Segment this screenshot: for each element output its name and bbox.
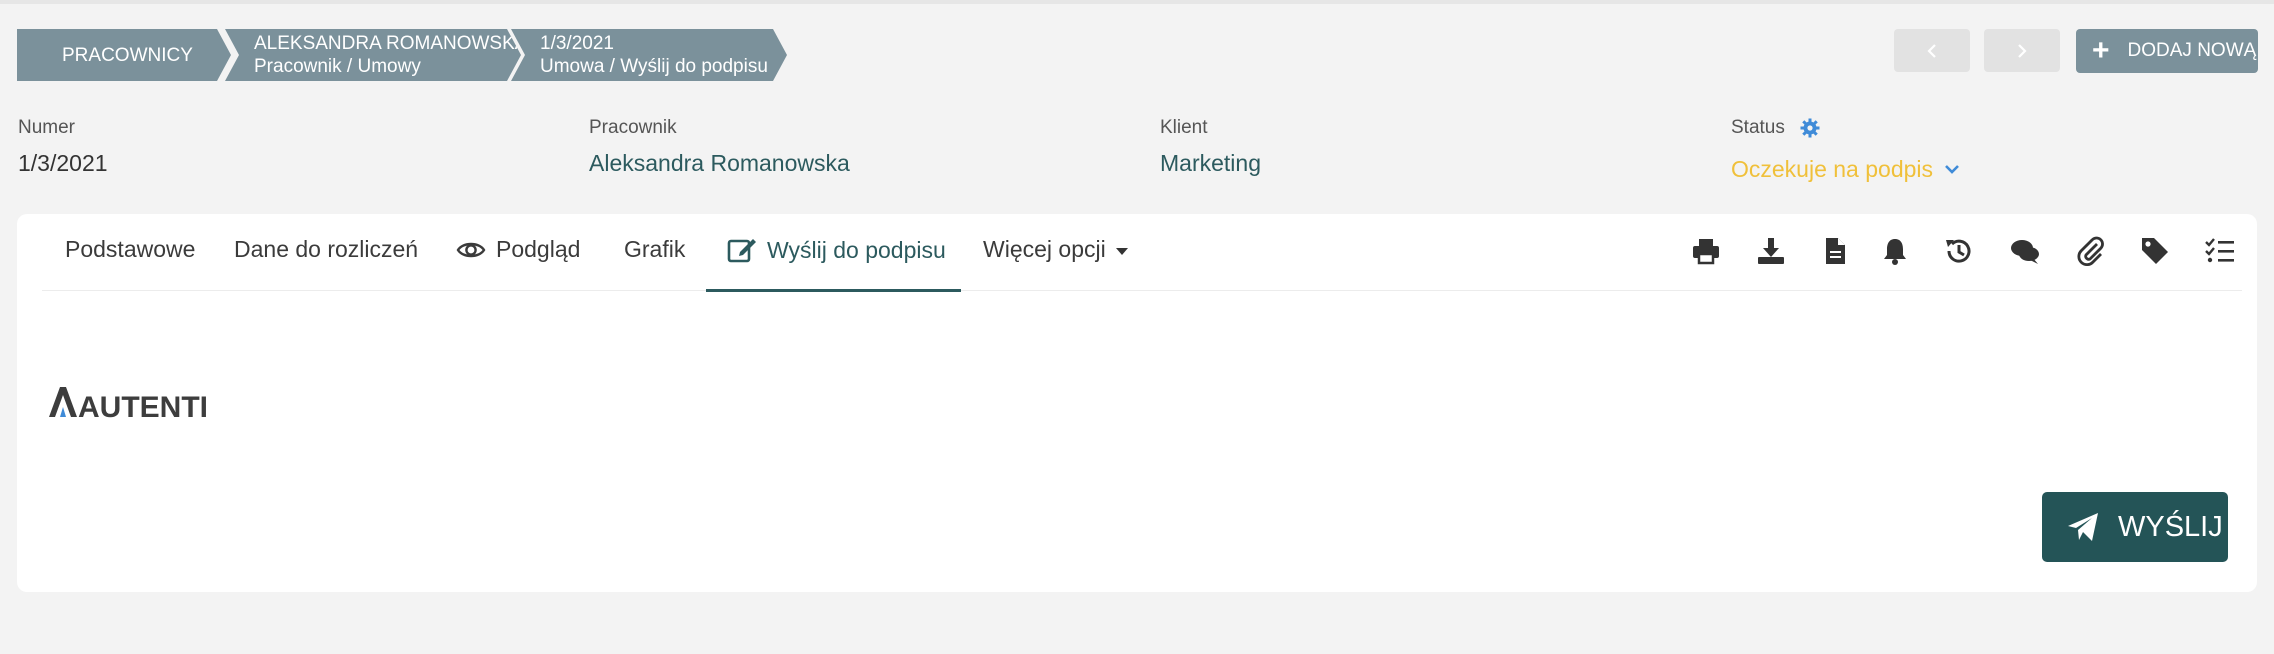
autenti-logo-mark: AUTENTI bbox=[49, 387, 208, 424]
breadcrumb-label: PRACOWNICY bbox=[62, 44, 193, 66]
klient-link[interactable]: Marketing bbox=[1160, 150, 1261, 177]
add-new-button[interactable]: + DODAJ NOWĄ bbox=[2076, 29, 2258, 73]
next-button[interactable] bbox=[1984, 29, 2060, 72]
klient-label: Klient bbox=[1160, 117, 1208, 138]
chevron-left-icon bbox=[1927, 43, 1936, 58]
tab-label: Podstawowe bbox=[65, 236, 196, 262]
breadcrumb-label: 1/3/2021 bbox=[540, 33, 614, 54]
paper-plane-icon bbox=[2068, 513, 2098, 541]
eye-icon bbox=[456, 242, 486, 257]
tab-dane-do-rozliczen[interactable]: Dane do rozliczeń bbox=[234, 236, 418, 263]
print-icon[interactable] bbox=[1690, 235, 1722, 267]
breadcrumb-sublabel: Umowa / Wyślij do podpisu bbox=[540, 56, 768, 77]
checklist-icon[interactable] bbox=[2204, 235, 2236, 267]
breadcrumb-label: ALEKSANDRA ROMANOWSKA bbox=[254, 33, 528, 54]
status-dropdown[interactable]: Oczekuje na podpis bbox=[1731, 156, 1933, 183]
edit-icon bbox=[727, 239, 756, 263]
add-new-label: DODAJ NOWĄ bbox=[2127, 40, 2257, 61]
breadcrumb-sublabel: Pracownik / Umowy bbox=[254, 56, 421, 77]
autenti-logo-text: AUTENTI bbox=[78, 391, 207, 423]
caret-down-icon bbox=[1115, 247, 1128, 255]
tab-grafik[interactable]: Grafik bbox=[624, 236, 685, 263]
tab-label: Więcej opcji bbox=[983, 236, 1106, 262]
tag-icon[interactable] bbox=[2139, 235, 2171, 267]
numer-value: 1/3/2021 bbox=[18, 150, 108, 176]
bell-icon[interactable] bbox=[1879, 235, 1911, 267]
autenti-logo: AUTENTI bbox=[47, 383, 208, 428]
tabs-divider bbox=[42, 290, 2242, 291]
status-label: Status bbox=[1731, 117, 1785, 138]
numer-label: Numer bbox=[18, 117, 76, 138]
download-icon[interactable] bbox=[1755, 235, 1787, 267]
tab-podglad[interactable]: Podgląd bbox=[456, 236, 580, 263]
tab-podstawowe[interactable]: Podstawowe bbox=[65, 236, 195, 263]
plus-icon: + bbox=[2092, 34, 2110, 67]
pracownik-label: Pracownik bbox=[589, 117, 677, 138]
chevron-down-icon[interactable] bbox=[1943, 162, 1961, 176]
tab-label: Wyślij do podpisu bbox=[767, 236, 946, 263]
comments-icon[interactable] bbox=[2009, 235, 2041, 267]
tab-label: Podgląd bbox=[496, 236, 581, 262]
top-border bbox=[0, 0, 2274, 4]
send-button[interactable]: WYŚLIJ bbox=[2042, 492, 2228, 562]
tab-label: Grafik bbox=[624, 236, 686, 262]
paperclip-icon[interactable] bbox=[2075, 235, 2107, 267]
breadcrumb-item-contract[interactable]: 1/3/2021 Umowa / Wyślij do podpisu bbox=[511, 29, 787, 81]
breadcrumb-item-employee[interactable]: ALEKSANDRA ROMANOWSKA Pracownik / Umowy bbox=[225, 29, 521, 81]
tab-wiecej-opcji[interactable]: Więcej opcji bbox=[983, 236, 1128, 263]
tab-wyslij-do-podpisu[interactable]: Wyślij do podpisu bbox=[727, 236, 946, 264]
send-label: WYŚLIJ bbox=[2118, 510, 2223, 543]
chevron-right-icon bbox=[2018, 43, 2027, 58]
content-panel bbox=[17, 214, 2257, 592]
pracownik-link[interactable]: Aleksandra Romanowska bbox=[589, 150, 850, 177]
document-icon[interactable] bbox=[1819, 235, 1851, 267]
previous-button[interactable] bbox=[1894, 29, 1970, 72]
history-icon[interactable] bbox=[1943, 235, 1975, 267]
breadcrumb-item-pracownicy[interactable]: PRACOWNICY bbox=[17, 29, 231, 81]
gear-icon[interactable] bbox=[1800, 118, 1820, 138]
active-tab-indicator bbox=[706, 289, 961, 292]
tab-label: Dane do rozliczeń bbox=[234, 236, 419, 262]
